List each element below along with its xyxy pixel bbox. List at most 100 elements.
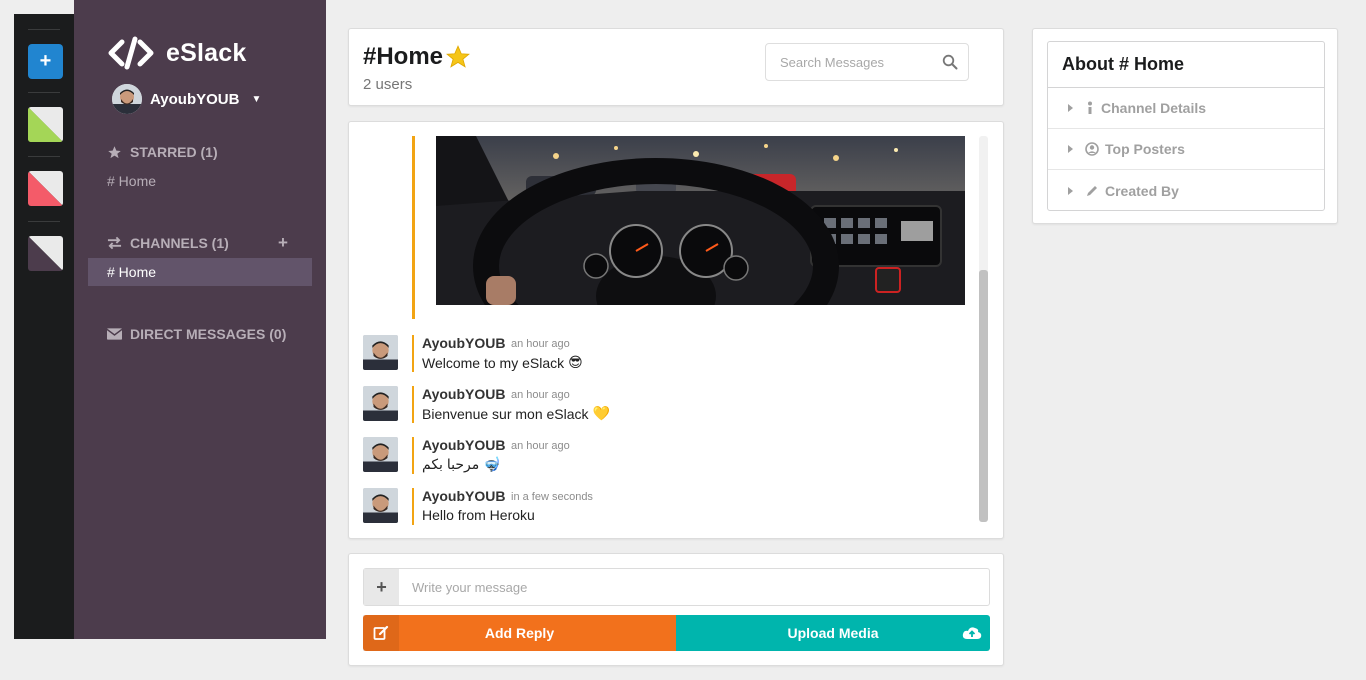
message-body: مرحبا بكم [422,456,480,472]
message-item: AyoubYOUB an hour ago Bienvenue sur mon … [363,386,963,423]
add-reply-button[interactable]: Add Reply [363,615,676,651]
message-accent-bar [412,335,414,372]
diving-mask-emoji-icon: 🤿 [483,456,501,472]
scrollbar-thumb[interactable] [979,270,988,522]
starred-item-home[interactable]: # Home [107,173,156,189]
avatar-image [363,386,398,421]
message-author[interactable]: AyoubYOUB [422,437,505,453]
message-avatar [363,335,398,370]
direct-messages-header: DIRECT MESSAGES (0) [107,326,286,342]
created-by-toggle[interactable]: Created By [1048,170,1324,211]
rail-divider [28,92,60,93]
user-menu[interactable]: AyoubYOUB ▼ [112,84,261,114]
user-name: AyoubYOUB [150,90,240,108]
message-text: Welcome to my eSlack 😎 [422,354,583,371]
search-box [765,43,969,81]
cloud-upload-icon [954,615,990,651]
rail-divider [28,29,60,30]
swatch-purple-icon [28,236,63,271]
star-icon[interactable] [445,44,471,70]
swatch-green-icon [28,107,63,142]
exchange-icon [107,236,122,250]
compose-box: + [363,568,990,606]
avatar-image [112,84,142,114]
upload-media-button[interactable]: Upload Media [676,615,990,651]
code-icon [108,36,154,70]
search-icon[interactable] [942,54,958,70]
caret-right-icon [1068,186,1073,195]
add-workspace-button[interactable]: + [28,44,63,79]
channel-details-toggle[interactable]: Channel Details [1048,88,1324,129]
chevron-down-icon[interactable]: ▼ [251,94,261,105]
messages-scrollbar[interactable] [979,136,988,522]
channel-details-label: Channel Details [1101,100,1207,116]
heart-emoji-icon: 💛 [592,405,610,421]
message-avatar [363,488,398,523]
sidebar: eSlack AyoubYOUB ▼ STARRED (1) # Home CH… [74,0,326,639]
message-input[interactable] [412,569,972,605]
caret-right-icon [1068,104,1073,112]
message-accent-bar [412,136,415,319]
message-author[interactable]: AyoubYOUB [422,386,505,402]
message-author[interactable]: AyoubYOUB [422,335,505,351]
top-posters-toggle[interactable]: Top Posters [1048,129,1324,170]
channel-user-count: 2 users [363,76,413,93]
theme-swatch-purple[interactable] [28,236,63,271]
car-dashboard-image [436,136,965,305]
channels-header: CHANNELS (1) [107,235,229,251]
user-avatar [112,84,142,114]
search-input[interactable] [780,44,940,80]
avatar-image [363,488,398,523]
add-attachment-button[interactable]: + [364,569,399,605]
pencil-icon [1087,185,1097,196]
theme-swatch-green[interactable] [28,107,63,142]
theme-swatch-red[interactable] [28,171,63,206]
caret-right-icon [1068,145,1073,153]
message-avatar [363,437,398,472]
about-title: About # Home [1048,42,1324,88]
rail-divider [28,221,60,222]
edit-icon [363,615,399,651]
brand: eSlack [108,36,246,70]
user-circle-icon [1085,142,1099,156]
add-channel-button[interactable]: + [278,234,288,251]
message-body: Welcome to my eSlack [422,354,565,371]
star-icon [108,145,121,158]
avatar-image [363,335,398,370]
starred-header: STARRED (1) [107,144,218,160]
message-time: an hour ago [511,389,570,401]
message-avatar [363,386,398,421]
brand-name: eSlack [166,38,247,67]
direct-messages-label: DIRECT MESSAGES (0) [130,326,287,342]
message-author[interactable]: AyoubYOUB [422,488,505,504]
message-time: in a few seconds [511,491,593,503]
messages-panel: AyoubYOUB an hour ago Welcome to my eSla… [348,121,1004,539]
message-item: AyoubYOUB in a few seconds Hello from He… [363,488,963,525]
message-text: Bienvenue sur mon eSlack 💛 [422,405,610,422]
starred-label: STARRED (1) [130,144,218,160]
rail-divider [28,156,60,157]
message-text: مرحبا بكم 🤿 [422,456,501,473]
message-accent-bar [412,386,414,423]
message-text: Hello from Heroku [422,507,535,523]
about-panel: About # Home Channel Details Top Posters… [1032,28,1338,224]
message-accent-bar [412,488,414,525]
channel-title: #Home [363,43,471,71]
envelope-icon [107,328,122,340]
message-time: an hour ago [511,338,570,350]
top-posters-label: Top Posters [1105,141,1185,157]
message-image[interactable] [436,136,965,305]
message-body: Bienvenue sur mon eSlack [422,405,589,422]
message-accent-bar [412,437,414,474]
sunglasses-emoji-icon: 😎 [568,354,583,370]
message-item: AyoubYOUB an hour ago Welcome to my eSla… [363,335,963,372]
channel-name: #Home [363,43,444,70]
message-time: an hour ago [511,440,570,452]
compose-panel: + Add Reply Upload Media [348,553,1004,666]
swatch-red-icon [28,171,63,206]
upload-media-label: Upload Media [787,625,879,641]
channels-label: CHANNELS (1) [130,235,229,251]
about-accordion: About # Home Channel Details Top Posters… [1047,41,1325,211]
channel-item-home[interactable]: # Home [88,258,312,286]
channel-header: #Home 2 users [348,28,1004,106]
